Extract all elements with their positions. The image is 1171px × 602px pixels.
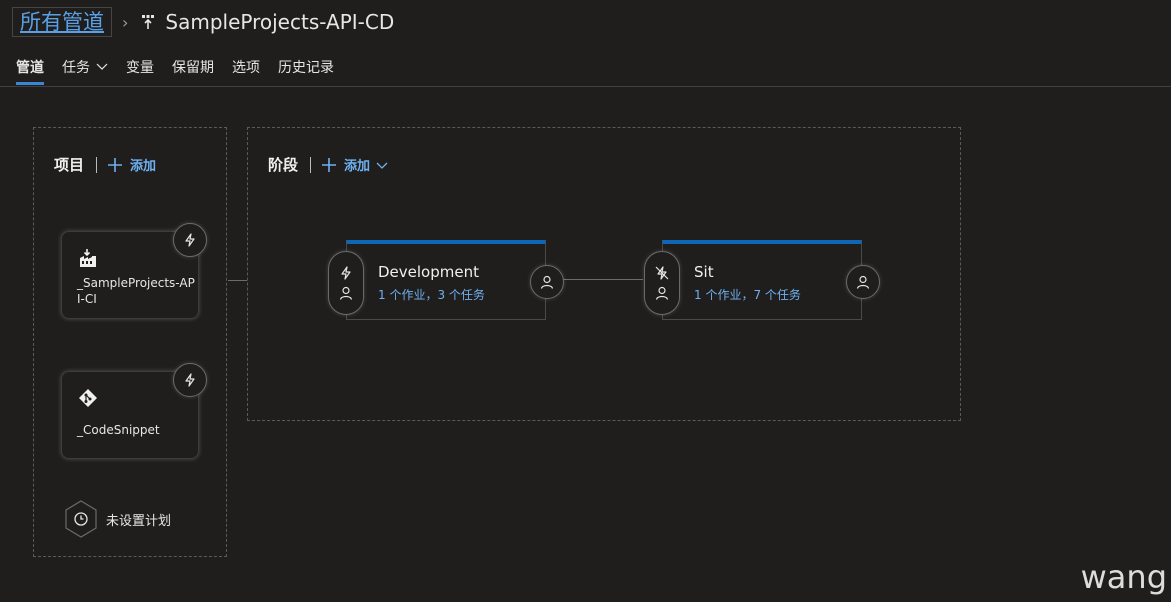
tab-variables[interactable]: 变量 (126, 57, 154, 85)
stages-header: 阶段 添加 (268, 154, 395, 175)
add-artifact-button[interactable]: 添加 (107, 155, 156, 174)
header-divider-bar (310, 156, 312, 173)
breadcrumb-separator: › (122, 12, 129, 32)
chevron-down-icon (376, 162, 388, 169)
post-deployment-approvals[interactable] (530, 265, 564, 299)
stage-jobs-link[interactable]: 1 个作业，7 个任务 (694, 286, 801, 303)
git-icon (79, 389, 97, 407)
stage-card-development[interactable]: Development 1 个作业，3 个任务 (328, 240, 564, 320)
lightning-icon (185, 373, 195, 387)
artifact-name: _SampleProjects-API-CI (77, 276, 195, 306)
lightning-disabled-icon (655, 266, 669, 280)
person-icon (540, 275, 554, 289)
plus-icon (322, 157, 337, 172)
tab-history[interactable]: 历史记录 (278, 57, 334, 85)
stage-connector (563, 279, 643, 280)
all-pipelines-link[interactable]: 所有管道 (12, 7, 112, 37)
person-icon (339, 286, 353, 300)
stage-name[interactable]: Development (378, 263, 479, 281)
breadcrumb: 所有管道 › SampleProjects-API-CD (12, 6, 394, 38)
artifact-card[interactable]: _CodeSnippet (61, 363, 207, 459)
artifacts-header: 项目 添加 (54, 154, 156, 175)
release-pipeline-icon (142, 15, 155, 29)
continuous-deployment-trigger[interactable] (173, 363, 207, 397)
artifact-name: _CodeSnippet (77, 423, 160, 437)
tab-bar: 管道 任务 变量 保留期 选项 历史记录 (16, 57, 352, 85)
stages-title: 阶段 (268, 156, 299, 174)
tab-tasks[interactable]: 任务 (62, 57, 108, 85)
stage-jobs-link[interactable]: 1 个作业，3 个任务 (378, 286, 485, 303)
tab-options[interactable]: 选项 (232, 57, 260, 85)
tab-pipeline[interactable]: 管道 (16, 57, 44, 85)
pre-deployment-conditions[interactable] (644, 251, 680, 315)
post-deployment-approvals[interactable] (846, 265, 880, 299)
chevron-down-icon (96, 63, 108, 70)
pre-deployment-conditions[interactable] (328, 251, 364, 315)
continuous-deployment-trigger[interactable] (173, 223, 207, 257)
header-divider-bar (96, 156, 98, 173)
tab-retention[interactable]: 保留期 (172, 57, 214, 85)
schedule-label: 未设置计划 (106, 513, 172, 529)
lightning-icon (341, 266, 351, 280)
artifacts-title: 项目 (54, 156, 85, 174)
person-icon (856, 275, 870, 289)
lightning-icon (185, 233, 195, 247)
artifact-to-stage-connector (228, 280, 247, 281)
add-stage-button[interactable]: 添加 (321, 155, 395, 174)
build-icon (80, 249, 96, 267)
artifacts-panel: 项目 添加 _SampleProjects-API-CI _CodeSnippe… (33, 127, 227, 557)
watermark: wang (1080, 558, 1167, 596)
clock-icon (65, 500, 97, 538)
stage-card-sit[interactable]: Sit 1 个作业，7 个任务 (644, 240, 880, 320)
page-title: SampleProjects-API-CD (165, 10, 395, 34)
artifact-card[interactable]: _SampleProjects-API-CI (61, 223, 207, 319)
plus-icon (108, 157, 123, 172)
person-icon (655, 286, 669, 300)
schedule-trigger[interactable]: 未设置计划 (64, 500, 171, 538)
header-divider (0, 86, 1171, 87)
stage-name[interactable]: Sit (694, 263, 714, 281)
